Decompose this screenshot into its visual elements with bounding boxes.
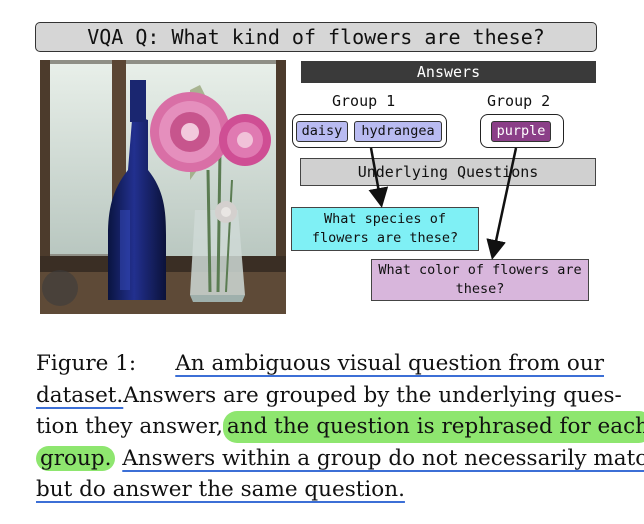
vqa-question-bar: VQA Q: What kind of flowers are these?	[35, 22, 597, 52]
caption-highlight-2: group.	[36, 445, 116, 471]
caption-line-1: Figure 1: An ambiguous visual question f…	[36, 348, 604, 380]
caption-text-3: tion they answer,	[36, 414, 223, 439]
caption-line-2: dataset. Answers are grouped by the unde…	[36, 380, 622, 412]
flowers-photo	[40, 60, 286, 314]
caption-figure-label: Figure 1:	[36, 351, 137, 376]
caption-underlined-phrase-3: Answers within a group do not necessaril…	[122, 445, 644, 471]
caption-line-3: tion they answer, and the question is re…	[36, 411, 644, 443]
answer-chip-purple: purple	[491, 121, 551, 142]
answer-chip-daisy: daisy	[296, 121, 348, 142]
underlying-question-2: What color of flowers are these?	[371, 259, 589, 301]
caption-underlined-phrase-1: An ambiguous visual question from our	[175, 351, 604, 376]
answers-header: Answers	[301, 61, 596, 83]
group-2-label: Group 2	[487, 92, 551, 110]
answer-chip-hydrangea: hydrangea	[354, 121, 442, 142]
caption-text-2: Answers are grouped by the underlying qu…	[123, 382, 622, 408]
caption-underlined-phrase-2: dataset.	[36, 382, 124, 408]
figure-caption: Figure 1: An ambiguous visual question f…	[36, 348, 644, 506]
caption-line-4: group. Answers within a group do not nec…	[36, 443, 644, 475]
group-1-label: Group 1	[332, 92, 396, 110]
caption-highlight-1: and the question is rephrased for each	[222, 411, 644, 443]
caption-line-5: but do answer the same question.	[36, 474, 604, 506]
underlying-question-1: What species of flowers are these?	[291, 207, 479, 251]
caption-underlined-phrase-4: but do answer the same question.	[36, 477, 405, 502]
underlying-questions-header: Underlying Questions	[300, 158, 596, 186]
